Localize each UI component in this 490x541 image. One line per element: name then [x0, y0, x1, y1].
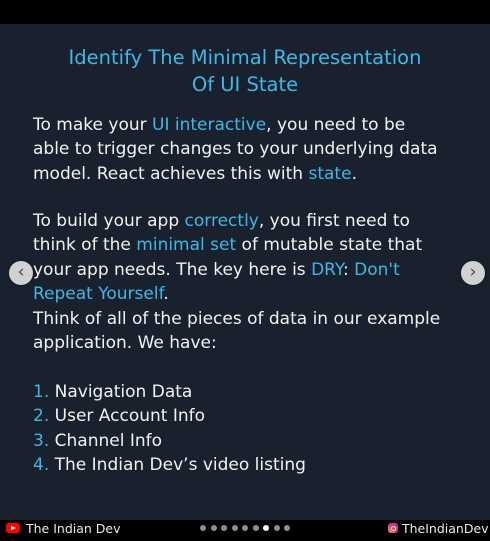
- list-item: 2. User Account Info: [33, 404, 306, 428]
- list-text: User Account Info: [49, 406, 206, 427]
- text: To make your: [33, 115, 153, 135]
- highlight-minimal-set: minimal set: [136, 235, 237, 256]
- pagination-dot[interactable]: [242, 525, 248, 531]
- carousel-slide: Identify The Minimal Representation Of U…: [0, 24, 490, 536]
- pagination-dot[interactable]: [210, 525, 217, 531]
- text: think of the: [33, 235, 137, 256]
- list-number: 2.: [33, 406, 50, 427]
- list-item: 4. The Indian Dev’s video listing: [33, 453, 306, 477]
- pagination-dot[interactable]: [252, 525, 259, 531]
- text: :: [343, 259, 355, 280]
- youtube-icon: [6, 523, 20, 533]
- highlight-correctly: correctly: [184, 211, 259, 231]
- text: , you first need to: [258, 211, 410, 231]
- highlight-ui-interactive: UI interactive: [152, 115, 267, 135]
- carousel-next-button[interactable]: ›: [461, 261, 485, 285]
- channel-name-left: The Indian Dev: [26, 521, 121, 536]
- top-bar: [0, 0, 490, 24]
- text: .: [351, 163, 357, 184]
- data-pieces-list: 1. Navigation Data 2. User Account Info …: [33, 380, 306, 478]
- list-text: Navigation Data: [49, 382, 193, 402]
- slide-footer: The Indian Dev TheIndianDev: [0, 517, 490, 541]
- carousel-pagination[interactable]: [200, 525, 290, 531]
- pagination-dot[interactable]: [231, 525, 238, 531]
- list-number: 4.: [33, 455, 50, 476]
- highlight-state: state: [308, 163, 352, 184]
- paragraph-pieces-of-data: Think of all of the pieces of data in ou…: [33, 307, 473, 356]
- slide-title-line2: Of UI State: [191, 73, 299, 96]
- channel-name-right: TheIndianDev: [402, 521, 489, 536]
- list-number: 1.: [33, 382, 50, 402]
- paragraph-build-correctly: To build your app correctly, you first n…: [33, 209, 473, 307]
- highlight-repeat-yourself: Repeat Yourself: [33, 284, 164, 305]
- pagination-dot[interactable]: [284, 525, 290, 531]
- paragraph-state-intro: To make your UI interactive, you need to…: [33, 113, 473, 186]
- pagination-dot[interactable]: [200, 525, 206, 531]
- text: your app needs. The key here is: [33, 259, 312, 280]
- text: .: [163, 284, 169, 305]
- text: model. React achieves this with: [33, 163, 309, 184]
- instagram-icon: [388, 523, 398, 533]
- list-text: The Indian Dev’s video listing: [49, 455, 306, 476]
- slide-title: Identify The Minimal Representation Of U…: [0, 44, 490, 98]
- list-text: Channel Info: [49, 430, 163, 451]
- highlight-dry: DRY: [311, 259, 344, 280]
- pagination-dot[interactable]: [221, 525, 227, 531]
- text: able to trigger changes to your underlyi…: [33, 139, 438, 160]
- text: To build your app: [33, 211, 185, 231]
- text: , you need to be: [266, 115, 406, 135]
- list-number: 3.: [33, 430, 50, 451]
- list-item: 1. Navigation Data: [33, 380, 306, 404]
- pagination-dot[interactable]: [263, 525, 269, 531]
- highlight-dont: Don't: [354, 259, 400, 280]
- carousel-prev-button[interactable]: ‹: [9, 261, 33, 285]
- text: Think of all of the pieces of data in ou…: [33, 309, 441, 329]
- text: of mutable state that: [236, 235, 423, 256]
- slide-title-line1: Identify The Minimal Representation: [68, 46, 422, 69]
- pagination-dot[interactable]: [273, 525, 280, 531]
- text: application. We have:: [33, 333, 217, 354]
- list-item: 3. Channel Info: [33, 429, 306, 453]
